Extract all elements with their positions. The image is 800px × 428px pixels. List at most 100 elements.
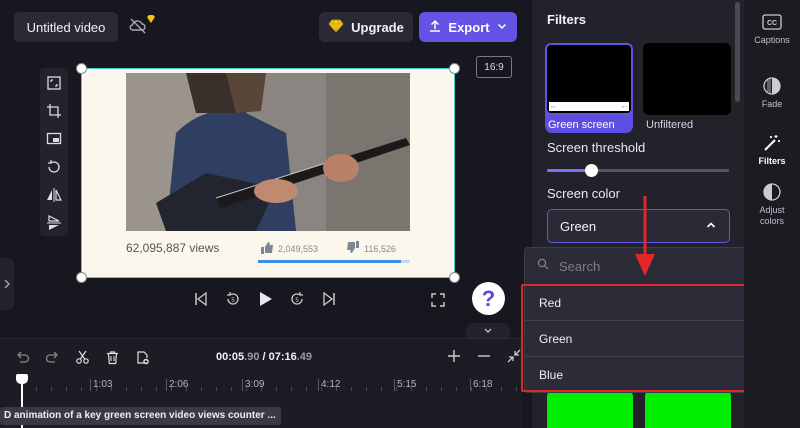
aspect-ratio-button[interactable]: 16:9 [476,56,512,78]
rail-label: Fade [761,99,783,109]
ruler-minor-tick [96,387,97,391]
screen-color-value: Green [560,218,597,234]
panel-scrollbar[interactable] [735,2,740,102]
resize-handle-top-left[interactable] [76,63,87,74]
flip-horizontal-icon[interactable] [44,184,64,206]
resize-handle-bottom-left[interactable] [76,272,87,283]
rail-filters[interactable]: Filters [744,133,800,166]
add-media-icon[interactable] [134,349,150,365]
video-canvas[interactable]: 62,095,887 views 2,049,553 116,526 [76,63,460,283]
zoom-in-icon[interactable] [446,348,462,369]
ruler-minor-tick [216,387,217,391]
rail-label: Captions [754,35,790,45]
ruler-minor-tick [81,387,82,391]
rail-adjust-colors[interactable]: Adjust colors [744,182,800,227]
play-icon[interactable] [256,289,274,309]
ruler-major-tick [90,379,91,391]
canvas-toolbar [40,68,68,236]
ruler-minor-tick [426,387,427,391]
ruler-minor-tick [201,387,202,391]
ruler-minor-tick [306,387,307,391]
flip-vertical-icon[interactable] [44,212,64,234]
ruler-minor-tick [516,387,517,391]
timeline-toolbar [14,349,150,365]
redo-icon[interactable] [44,349,60,365]
picture-in-picture-icon[interactable] [44,128,64,150]
ruler-tick-label: 4:12 [321,379,341,390]
property-rail: CC Captions Fade Filters Adjust colors [744,0,800,428]
current-time: 00:05 [216,351,245,363]
collapse-timeline-button[interactable] [466,323,510,339]
ruler-minor-tick [366,387,367,391]
cloud-off-icon[interactable] [128,16,148,36]
chevron-up-icon [705,219,717,234]
project-title-button[interactable]: Untitled video [14,12,118,42]
delete-icon[interactable] [104,349,120,365]
ruler-major-tick [394,379,395,391]
filter-label: Unfiltered [646,119,694,131]
ruler-minor-tick [336,387,337,391]
annotation-arrow-icon [633,196,657,278]
filter-unfiltered[interactable]: Unfiltered [643,43,731,133]
upgrade-button[interactable]: Upgrade [319,12,413,42]
ruler-tick-label: 6:18 [473,379,493,390]
views-count: 62,095,887 views [126,241,220,255]
fullscreen-icon[interactable] [430,292,446,308]
ruler-minor-tick [51,387,52,391]
zoom-tools [446,348,522,369]
threshold-slider-knob[interactable] [584,164,598,177]
upload-icon [428,19,442,36]
likes: 2,049,553 [260,241,318,256]
filter-label: Green screen [548,119,615,131]
resize-handle-top-right[interactable] [449,63,460,74]
like-ratio-fill [258,260,401,263]
fit-timeline-icon[interactable] [506,348,522,369]
filter-green-screen[interactable]: ▪▪▪ ▪▪ ▪ Green screen [545,43,633,133]
rotate-icon[interactable] [44,156,64,178]
ruler-minor-tick [186,387,187,391]
ruler-minor-tick [486,387,487,391]
skip-to-end-icon[interactable] [320,289,338,309]
export-button[interactable]: Export [419,12,517,42]
ruler-minor-tick [471,387,472,391]
ruler-minor-tick [321,387,322,391]
magic-wand-icon [762,133,782,153]
playback-controls: 5 5 [192,289,338,309]
ruler-minor-tick [246,387,247,391]
ruler-major-tick [242,379,243,391]
ruler-minor-tick [171,387,172,391]
split-scissors-icon[interactable] [74,349,90,365]
ruler-minor-tick [141,387,142,391]
ruler-major-tick [318,379,319,391]
premium-gem-icon [146,11,156,23]
thumbs-up-icon [260,241,274,256]
ruler-minor-tick [261,387,262,391]
timeline-ruler[interactable]: 1:03 2:06 3:09 4:12 5:15 6:18 [0,375,522,395]
upgrade-label: Upgrade [351,19,404,35]
ruler-minor-tick [396,387,397,391]
green-thumbnail[interactable] [645,392,731,428]
help-button[interactable]: ? [472,282,505,315]
time-separator: / [259,351,269,363]
green-thumbnail[interactable] [547,392,633,428]
clip-title[interactable]: D animation of a key green screen video … [0,407,281,425]
fit-icon[interactable] [44,72,64,94]
rewind-5-icon[interactable]: 5 [224,289,242,309]
undo-icon[interactable] [14,349,30,365]
likes-count: 2,049,553 [278,243,319,254]
rail-captions[interactable]: CC Captions [744,12,800,45]
expand-left-panel-button[interactable] [0,258,14,310]
forward-5-icon[interactable]: 5 [288,289,306,309]
search-input[interactable] [559,258,759,274]
skip-to-start-icon[interactable] [192,289,210,309]
current-time-fraction: .90 [244,351,260,363]
rail-label: Filters [758,156,786,166]
ruler-minor-tick [501,387,502,391]
threshold-slider[interactable] [547,164,729,177]
resize-handle-bottom-right[interactable] [449,272,460,283]
rail-fade[interactable]: Fade [744,76,800,109]
playhead-handle[interactable] [16,374,28,384]
filter-thumbnail [643,43,731,115]
zoom-out-icon[interactable] [476,348,492,369]
crop-icon[interactable] [44,100,64,122]
